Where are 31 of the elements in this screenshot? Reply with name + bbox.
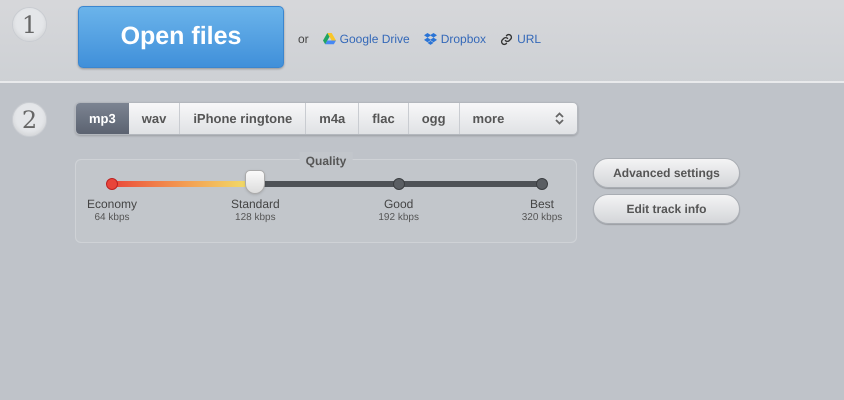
format-tab[interactable]: wav <box>128 103 180 134</box>
bitrate-label: 192 kbps <box>378 211 419 224</box>
quality-stop-name: Good <box>384 197 414 211</box>
or-label: or <box>298 31 309 48</box>
quality-stop-name: Economy <box>86 197 138 211</box>
slider-thumb[interactable] <box>245 170 266 194</box>
box-logo-icon <box>424 33 437 45</box>
format-tab[interactable]: m4a <box>306 103 360 134</box>
slider-stop <box>106 178 118 190</box>
step-number: 2 <box>12 102 47 137</box>
option-button[interactable]: Edit track info <box>593 194 740 224</box>
bitrate-label: 64 kbps <box>94 211 130 224</box>
triangle-logo-icon <box>322 33 336 45</box>
format-tab[interactable]: flac <box>359 103 409 134</box>
link-icon <box>500 32 514 46</box>
up-down-chevron-icon <box>555 112 564 125</box>
format-tab[interactable]: iPhone ringtone <box>180 103 306 134</box>
quality-stop-name: Standard <box>230 197 280 211</box>
format-tab[interactable]: ogg <box>408 103 460 134</box>
slider-stop <box>392 178 405 190</box>
step-number: 1 <box>12 7 47 42</box>
format-tab[interactable]: mp3 <box>76 103 129 134</box>
quality-stop-name: Best <box>530 197 554 211</box>
source-link[interactable]: Dropbox <box>424 30 486 48</box>
source-link[interactable]: URL <box>500 30 542 48</box>
bitrate-label: 128 kbps <box>235 211 276 224</box>
slider-stop <box>536 178 548 190</box>
bitrate-label: 320 kbps <box>522 211 562 224</box>
option-button[interactable]: Advanced settings <box>593 158 740 188</box>
more-select[interactable]: more <box>460 103 577 134</box>
source-link[interactable]: Google Drive <box>322 30 410 48</box>
